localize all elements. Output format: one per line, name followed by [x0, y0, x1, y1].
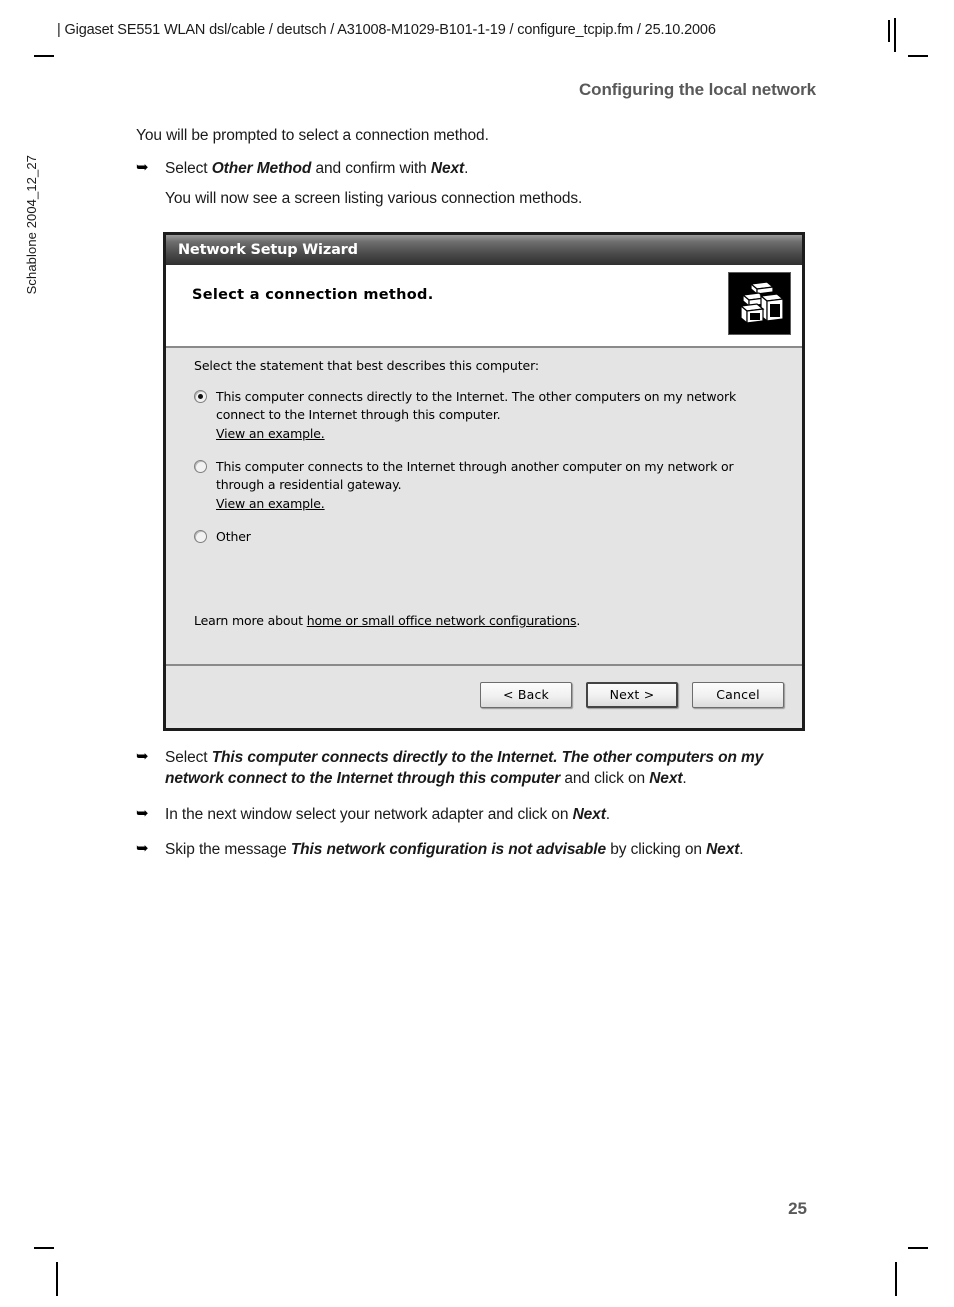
- page-title: Configuring the local network: [579, 80, 816, 99]
- intro-bullet-other-method: ➥ Select Other Method and confirm with N…: [136, 158, 836, 179]
- step-2-end: .: [605, 805, 610, 823]
- step-bullet-2: ➥ In the next window select your network…: [136, 804, 826, 825]
- step-bullet-1: ➥ Select This computer connects directly…: [136, 747, 826, 790]
- cancel-button[interactable]: Cancel: [692, 681, 784, 708]
- learn-more-line: Learn more about home or small office ne…: [194, 613, 580, 628]
- radio-label-direct-internet: This computer connects directly to the I…: [216, 389, 737, 422]
- step-2-pre: In the next window select your network a…: [165, 805, 573, 823]
- crop-mark-top-right: [908, 55, 928, 57]
- step-3-emphasis: This network configuration is not advisa…: [290, 841, 607, 859]
- dialog-title: Network Setup Wizard: [178, 242, 358, 258]
- arrow-bullet-icon: ➥: [136, 804, 149, 822]
- steps-block: ➥ Select This computer connects directly…: [136, 747, 826, 861]
- intro-bullet-em-next: Next: [430, 159, 465, 177]
- step-3-end: .: [739, 841, 744, 859]
- intro-bullet-pre: Select: [165, 159, 212, 177]
- crop-mark-bottom-right-vertical: [895, 1262, 897, 1296]
- crop-mark-bottom-right: [908, 1247, 928, 1249]
- step-1-mid: and click on: [560, 770, 650, 788]
- intro-line-2: You will now see a screen listing variou…: [165, 190, 583, 208]
- step-1-end: .: [682, 770, 687, 788]
- intro-bullet-end: .: [464, 159, 469, 177]
- radio-icon-other[interactable]: [194, 530, 207, 543]
- view-example-link-2[interactable]: View an example.: [216, 495, 784, 513]
- radio-option-other[interactable]: Other: [194, 528, 784, 546]
- radio-icon-direct-internet[interactable]: [194, 390, 207, 403]
- dialog-body-intro: Select the statement that best describes…: [194, 358, 540, 373]
- two-computers-icon: [728, 272, 791, 335]
- step-2-emphasis-next: Next: [572, 805, 606, 823]
- crop-mark-bottom-left: [34, 1247, 54, 1249]
- radio-label-through-another-computer: This computer connects to the Internet t…: [216, 459, 734, 492]
- arrow-bullet-icon: ➥: [136, 840, 149, 858]
- step-1-pre: Select: [165, 749, 212, 766]
- radio-option-direct-internet[interactable]: This computer connects directly to the I…: [194, 388, 784, 442]
- intro-bullet-em-other-method: Other Method: [211, 159, 312, 177]
- radio-icon-through-another-computer[interactable]: [194, 460, 207, 473]
- header-rule-mark: [888, 20, 890, 42]
- crop-mark-top-left: [34, 55, 54, 57]
- network-setup-wizard-dialog: Network Setup Wizard Select a connection…: [163, 232, 805, 731]
- radio-option-through-another-computer[interactable]: This computer connects to the Internet t…: [194, 458, 784, 512]
- dialog-header-area: Select a connection method.: [166, 265, 802, 348]
- radio-label-other: Other: [216, 529, 251, 544]
- step-3-pre: Skip the message: [165, 841, 291, 859]
- learn-more-prefix: Learn more about: [194, 613, 307, 628]
- arrow-bullet-icon: ➥: [136, 748, 149, 765]
- intro-block: You will be prompted to select a connect…: [136, 126, 836, 210]
- dialog-body: Select the statement that best describes…: [166, 348, 802, 666]
- document-header-line: | Gigaset SE551 WLAN dsl/cable / deutsch…: [57, 22, 716, 38]
- back-button[interactable]: < Back: [480, 681, 572, 708]
- view-example-link-1[interactable]: View an example.: [216, 425, 784, 443]
- learn-more-link[interactable]: home or small office network configurati…: [307, 613, 577, 628]
- step-bullet-3: ➥ Skip the message This network configur…: [136, 839, 826, 860]
- page-number: 25: [788, 1199, 807, 1218]
- dialog-heading: Select a connection method.: [192, 287, 434, 303]
- step-3-emphasis-next: Next: [706, 841, 740, 859]
- crop-mark-bottom-left-vertical: [56, 1262, 58, 1296]
- learn-more-suffix: .: [576, 613, 581, 628]
- step-3-mid: by clicking on: [606, 841, 707, 859]
- margin-note: Schablone 2004_12_27: [24, 155, 39, 295]
- intro-line-1: You will be prompted to select a connect…: [136, 127, 489, 144]
- next-button[interactable]: Next >: [586, 681, 678, 708]
- arrow-bullet-icon: ➥: [136, 158, 149, 176]
- intro-bullet-mid: and confirm with: [311, 159, 431, 177]
- crop-mark-top-right-vertical: [894, 18, 896, 52]
- dialog-titlebar[interactable]: Network Setup Wizard: [166, 235, 802, 265]
- step-1-emphasis-next: Next: [649, 770, 683, 788]
- dialog-footer: < Back Next > Cancel: [166, 666, 802, 723]
